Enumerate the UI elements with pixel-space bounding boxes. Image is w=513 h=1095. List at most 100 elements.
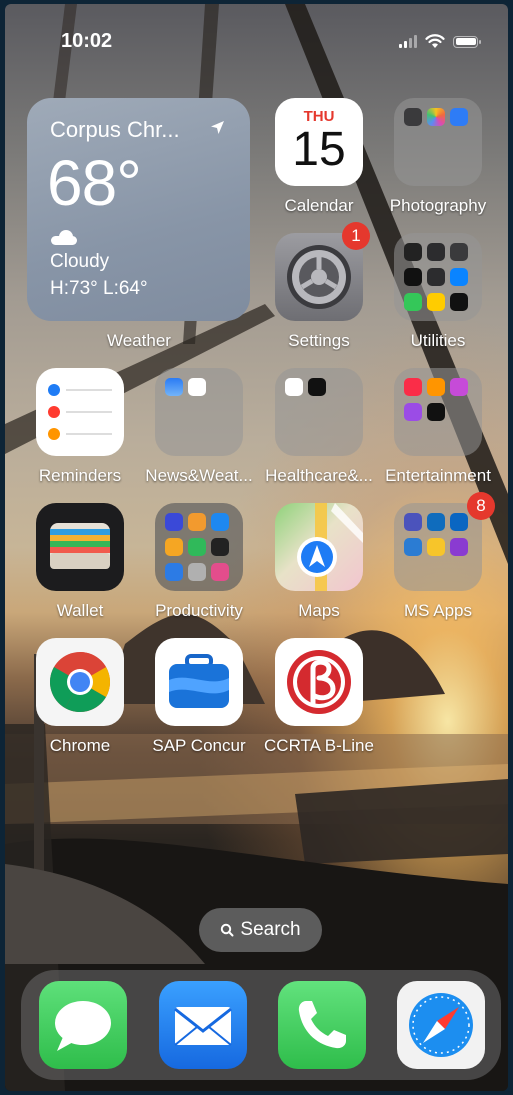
compass-icon (409, 993, 473, 1057)
onedrive-mini-icon (427, 513, 445, 531)
numbers-mini-icon (188, 538, 206, 556)
envelope-icon (174, 1007, 232, 1046)
imovie-mini-icon (165, 513, 183, 531)
outlook-mini-icon (450, 513, 468, 531)
search-button[interactable]: Search (199, 908, 322, 952)
chat-bubble-icon (55, 1001, 111, 1051)
files-mini-icon (450, 268, 468, 286)
weather-condition: Cloudy (50, 251, 110, 272)
chrome-label: Chrome (49, 736, 111, 755)
ccrta-app-icon[interactable] (275, 638, 363, 726)
fitness-mini-icon (308, 378, 326, 396)
weather-temperature: 68° (47, 147, 142, 219)
photography-folder[interactable] (394, 98, 482, 186)
shortcuts-mini-icon (165, 563, 183, 581)
location-arrow-icon (211, 121, 224, 134)
settings-badge: 1 (342, 222, 370, 250)
b-line-logo-icon (287, 650, 351, 714)
magnifier-mini-icon (404, 268, 422, 286)
zoom-mini-icon (450, 108, 468, 126)
wallet-label: Wallet (56, 601, 104, 620)
scanner-mini-icon (427, 243, 445, 261)
power-bi-mini-icon (427, 538, 445, 556)
health-mini-icon (285, 378, 303, 396)
calc-mini-icon (427, 268, 445, 286)
maps-label: Maps (298, 601, 340, 620)
reminders-app-icon[interactable] (36, 368, 124, 456)
ms-apps-badge: 8 (467, 492, 495, 520)
photos-mini-icon (427, 108, 445, 126)
search-icon (221, 923, 234, 937)
find-my-mini-icon (404, 293, 422, 311)
healthcare-folder[interactable] (275, 368, 363, 456)
contacts-mini-icon (188, 563, 206, 581)
maps-app-icon[interactable] (275, 503, 363, 591)
voice-memos-mini-icon (404, 243, 422, 261)
teams-mini-icon (404, 513, 422, 531)
weather-label: Weather (107, 331, 171, 350)
wallet-cards-icon (50, 523, 110, 569)
photography-label: Photography (389, 196, 487, 215)
books-mini-icon (427, 378, 445, 396)
power-apps-mini-icon (450, 538, 468, 556)
wallet-app-icon[interactable] (36, 503, 124, 591)
briefcase-icon (169, 654, 229, 708)
garageband-mini-icon (188, 513, 206, 531)
cloud-icon (51, 230, 77, 245)
settings-label: Settings (288, 331, 350, 350)
search-label: Search (240, 919, 301, 940)
home-screen: 10:02 Corpus Chr... 68° Cloudy H:73° L:6… (5, 4, 508, 1091)
ms-apps-label: MS Apps (403, 601, 473, 620)
utilities-label: Utilities (410, 331, 466, 350)
cellular-signal-icon (399, 35, 417, 48)
weather-mini-icon (165, 378, 183, 396)
home-mini-icon (427, 293, 445, 311)
maps-navigation-icon (297, 503, 363, 591)
battery-icon (453, 35, 481, 48)
wifi-icon (425, 34, 445, 48)
weather-city: Corpus Chr... (50, 117, 180, 142)
chrome-app-icon[interactable] (36, 638, 124, 726)
weather-high-low: H:73° L:64° (50, 278, 148, 299)
dock (21, 970, 501, 1080)
entertainment-label: Entertainment (385, 466, 491, 485)
freeform-mini-icon (211, 563, 229, 581)
news-mini-icon (188, 378, 206, 396)
news-weather-folder[interactable] (155, 368, 243, 456)
entertainment-folder[interactable] (394, 368, 482, 456)
calculator-mini-icon (450, 243, 468, 261)
sap-concur-label: SAP Concur (152, 736, 246, 755)
keynote-mini-icon (211, 513, 229, 531)
status-icons (399, 34, 481, 49)
ccrta-label: CCRTA B-Line (264, 736, 374, 755)
tv-mini-icon (427, 403, 445, 421)
messages-app-icon[interactable] (39, 981, 127, 1069)
sharepoint-mini-icon (404, 538, 422, 556)
productivity-folder[interactable] (155, 503, 243, 591)
weather-widget[interactable]: Corpus Chr... 68° Cloudy H:73° L:64° (27, 98, 250, 321)
ms-apps-folder[interactable] (394, 503, 482, 591)
phone-app-icon[interactable] (278, 981, 366, 1069)
watch-mini-icon (450, 293, 468, 311)
camera-mini-icon (404, 108, 422, 126)
pages-mini-icon (165, 538, 183, 556)
calendar-label: Calendar (284, 196, 354, 215)
healthcare-label: Healthcare&... (265, 466, 373, 485)
phone-handset-icon (298, 1001, 346, 1049)
music-mini-icon (404, 378, 422, 396)
sap-concur-app-icon[interactable] (155, 638, 243, 726)
productivity-label: Productivity (155, 601, 243, 620)
calendar-app-icon[interactable]: THU 15 (275, 98, 363, 186)
safari-app-icon[interactable] (397, 981, 485, 1069)
utilities-folder[interactable] (394, 233, 482, 321)
calendar-date: 15 (292, 123, 346, 176)
podcasts-mini-icon (404, 403, 422, 421)
reminders-label: Reminders (38, 466, 122, 485)
mail-app-icon[interactable] (159, 981, 247, 1069)
news-weather-label: News&Weat... (145, 466, 253, 485)
stocks-mini-icon (211, 538, 229, 556)
chrome-logo-icon (49, 652, 111, 713)
reminders-list-icon (48, 384, 112, 440)
status-time: 10:02 (61, 30, 113, 52)
itunes-mini-icon (450, 378, 468, 396)
